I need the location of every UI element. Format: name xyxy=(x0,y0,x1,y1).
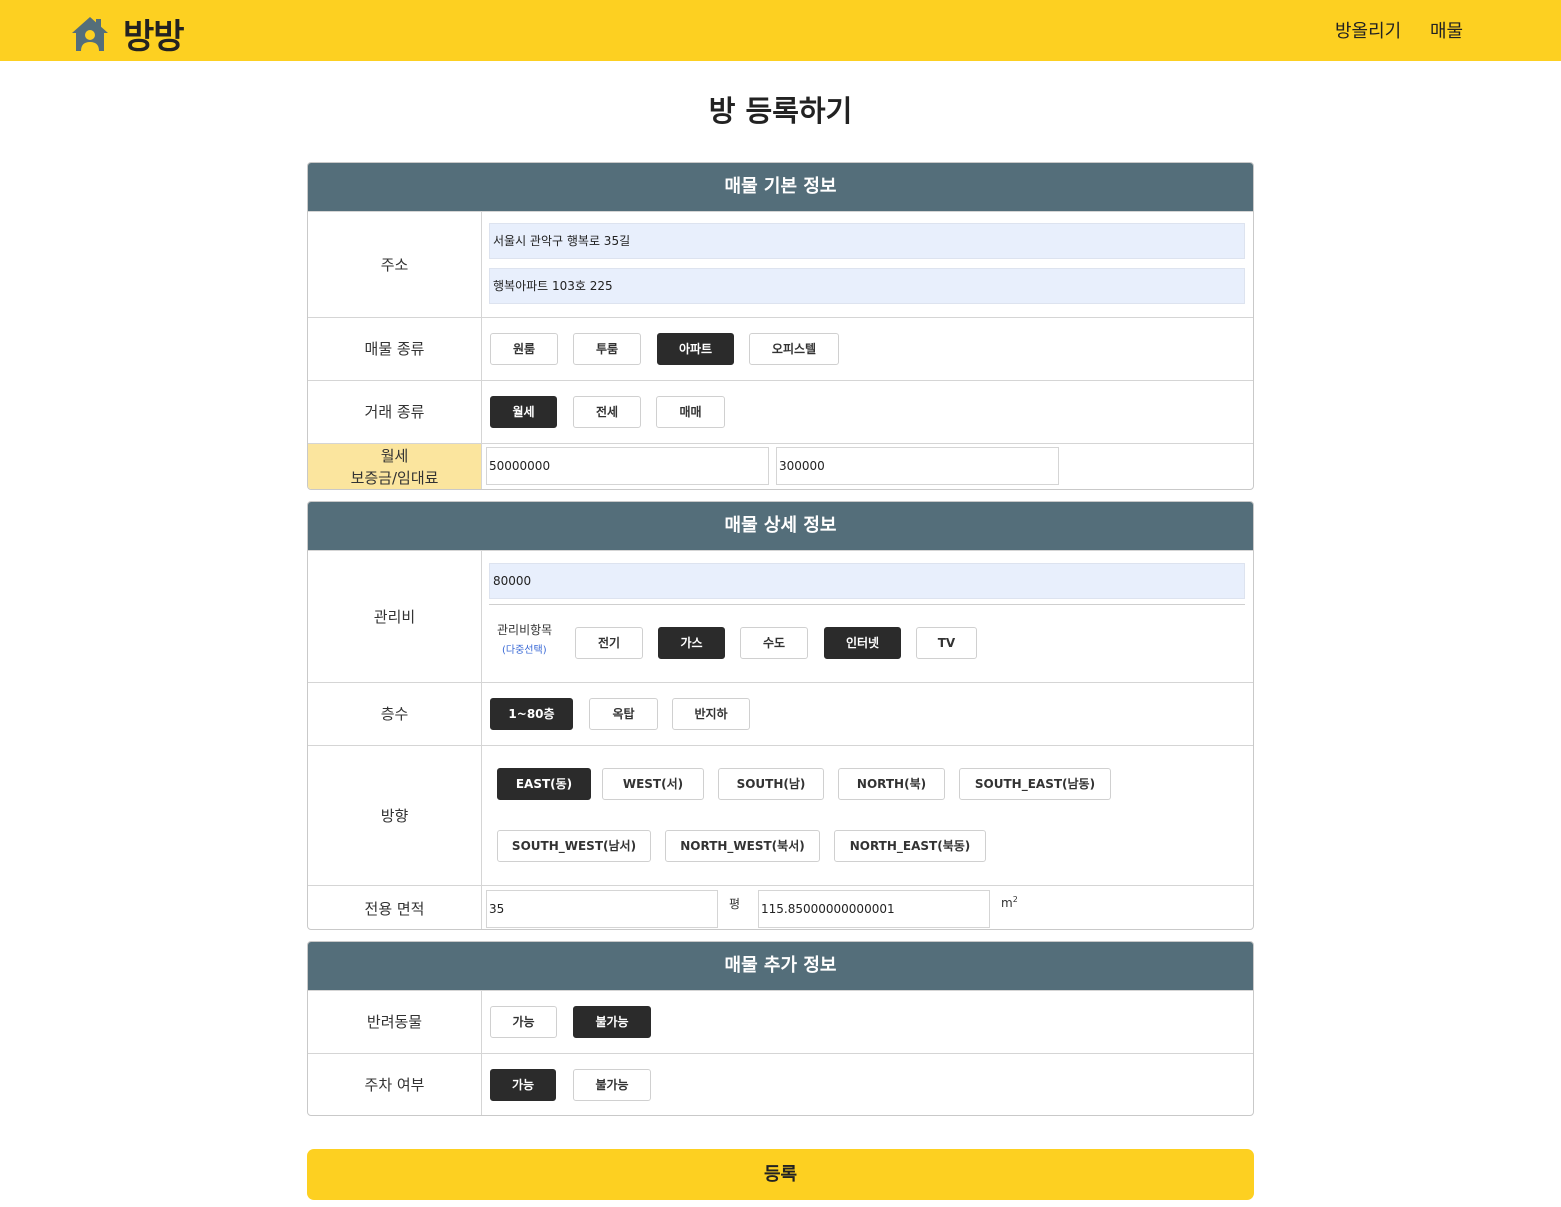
option-officetel[interactable]: 오피스텔 xyxy=(749,333,839,365)
option-oneroom[interactable]: 원룸 xyxy=(490,333,558,365)
pets-row: 반려동물 가능 불가능 xyxy=(308,990,1253,1053)
area-row: 전용 면적 35 평 115.85000000000001 m2 xyxy=(308,885,1253,929)
price-label: 월세 보증금/임대료 xyxy=(308,444,482,489)
address-input[interactable]: 서울시 관악구 행복로 35길 xyxy=(489,223,1245,259)
option-east[interactable]: EAST(동) xyxy=(497,768,591,800)
item-gas[interactable]: 가스 xyxy=(658,627,725,659)
house-user-icon xyxy=(72,16,108,51)
section-header-basic: 매물 기본 정보 xyxy=(308,163,1253,211)
item-tv[interactable]: TV xyxy=(916,627,977,659)
parking-not-available[interactable]: 불가능 xyxy=(573,1069,651,1101)
option-west[interactable]: WEST(서) xyxy=(602,768,704,800)
m2-unit: m2 xyxy=(1001,895,1018,910)
address-label: 주소 xyxy=(308,212,482,317)
deposit-input[interactable]: 50000000 xyxy=(486,447,769,485)
parking-label: 주차 여부 xyxy=(308,1054,482,1115)
address-detail-input[interactable]: 행복아파트 103호 225 xyxy=(489,268,1245,304)
option-sale[interactable]: 매매 xyxy=(656,396,725,428)
pets-label: 반려동물 xyxy=(308,991,482,1053)
maintenance-items-label: 관리비항목 xyxy=(497,623,553,637)
option-north[interactable]: NORTH(북) xyxy=(838,768,945,800)
detail-info-section: 매물 상세 정보 관리비 80000 관리비항목 (다중선택) 전기 가스 수도… xyxy=(307,501,1254,930)
rent-input[interactable]: 300000 xyxy=(776,447,1059,485)
floor-label: 층수 xyxy=(308,683,482,745)
property-type-row: 매물 종류 원룸 투룸 아파트 오피스텔 xyxy=(308,317,1253,380)
item-water[interactable]: 수도 xyxy=(740,627,808,659)
maintenance-fee-input[interactable]: 80000 xyxy=(489,563,1245,599)
option-south-west[interactable]: SOUTH_WEST(남서) xyxy=(497,830,651,862)
price-row: 월세 보증금/임대료 50000000 300000 xyxy=(308,443,1253,489)
logo-text: 방방 xyxy=(123,17,185,57)
area-m2-input[interactable]: 115.85000000000001 xyxy=(758,890,990,928)
submit-button[interactable]: 등록 xyxy=(307,1149,1254,1200)
option-apartment[interactable]: 아파트 xyxy=(657,333,734,365)
option-rooftop[interactable]: 옥탑 xyxy=(589,698,658,730)
property-type-label: 매물 종류 xyxy=(308,318,482,380)
option-south-east[interactable]: SOUTH_EAST(남동) xyxy=(959,768,1111,800)
logo[interactable]: 방방 xyxy=(70,9,185,58)
parking-row: 주차 여부 가능 불가능 xyxy=(308,1053,1253,1115)
address-row: 주소 서울시 관악구 행복로 35길 행복아파트 103호 225 xyxy=(308,211,1253,317)
option-north-east[interactable]: NORTH_EAST(북동) xyxy=(834,830,986,862)
option-jeonse[interactable]: 전세 xyxy=(573,396,641,428)
price-label-type: 월세 xyxy=(380,446,409,465)
multi-select-note: (다중선택) xyxy=(502,645,547,656)
extra-info-section: 매물 추가 정보 반려동물 가능 불가능 주차 여부 가능 불가능 xyxy=(307,941,1254,1116)
item-internet[interactable]: 인터넷 xyxy=(824,627,901,659)
deal-type-row: 거래 종류 월세 전세 매매 xyxy=(308,380,1253,443)
option-south[interactable]: SOUTH(남) xyxy=(718,768,824,800)
pets-allowed[interactable]: 가능 xyxy=(490,1006,557,1038)
option-monthly-rent[interactable]: 월세 xyxy=(490,396,557,428)
maintenance-label: 관리비 xyxy=(308,551,482,682)
parking-available[interactable]: 가능 xyxy=(490,1069,556,1101)
deal-type-label: 거래 종류 xyxy=(308,381,482,443)
maintenance-row: 관리비 80000 관리비항목 (다중선택) 전기 가스 수도 인터넷 TV xyxy=(308,550,1253,682)
divider xyxy=(489,604,1245,605)
area-pyeong-input[interactable]: 35 xyxy=(486,890,718,928)
option-north-west[interactable]: NORTH_WEST(북서) xyxy=(665,830,820,862)
item-electricity[interactable]: 전기 xyxy=(575,627,643,659)
top-navbar: 방방 방올리기 매물 xyxy=(0,0,1561,61)
option-tworoom[interactable]: 투룸 xyxy=(573,333,641,365)
floor-row: 층수 1~80층 옥탑 반지하 xyxy=(308,682,1253,745)
nav-upload-room[interactable]: 방올리기 xyxy=(1335,17,1401,43)
option-floor-1-80[interactable]: 1~80층 xyxy=(490,698,573,730)
direction-row: 방향 EAST(동) WEST(서) SOUTH(남) NORTH(북) SOU… xyxy=(308,745,1253,885)
nav-listings[interactable]: 매물 xyxy=(1430,17,1463,43)
page-title: 방 등록하기 xyxy=(708,94,853,128)
pyeong-unit: 평 xyxy=(729,897,741,911)
area-label: 전용 면적 xyxy=(308,886,482,929)
basic-info-section: 매물 기본 정보 주소 서울시 관악구 행복로 35길 행복아파트 103호 2… xyxy=(307,162,1254,490)
option-semi-basement[interactable]: 반지하 xyxy=(672,698,750,730)
section-header-extra: 매물 추가 정보 xyxy=(308,942,1253,990)
price-label-detail: 보증금/임대료 xyxy=(350,468,439,487)
pets-not-allowed[interactable]: 불가능 xyxy=(573,1006,651,1038)
section-header-detail: 매물 상세 정보 xyxy=(308,502,1253,550)
direction-label: 방향 xyxy=(308,746,482,885)
